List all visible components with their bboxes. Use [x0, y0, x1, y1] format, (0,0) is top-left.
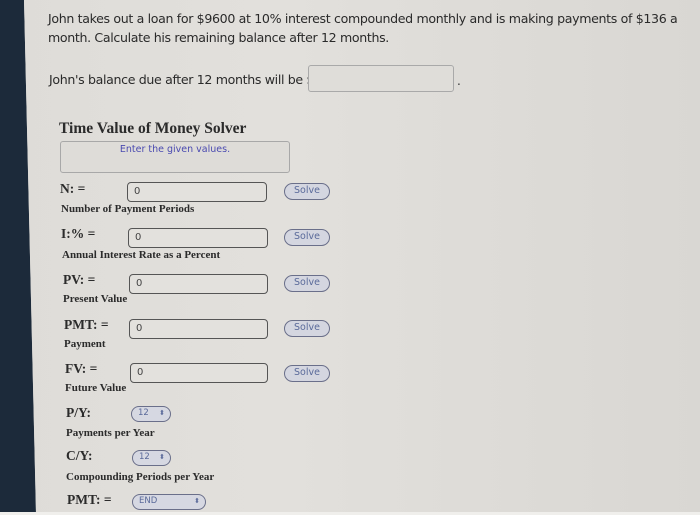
- pmt-timing-value: END: [139, 496, 158, 506]
- pmt-input[interactable]: 0: [129, 319, 268, 339]
- n-label: N: =: [60, 181, 86, 196]
- pv-label: PV: =: [63, 272, 96, 287]
- n-input[interactable]: 0: [127, 182, 267, 202]
- interest-label: I:% =: [61, 226, 96, 241]
- pmt-timing-label: PMT: =: [67, 492, 112, 507]
- fv-solve-button[interactable]: Solve: [284, 365, 330, 382]
- balance-answer-input[interactable]: [308, 65, 454, 92]
- pv-solve-button[interactable]: Solve: [284, 275, 330, 292]
- pv-input[interactable]: 0: [129, 274, 268, 294]
- question-page: John takes out a loan for $9600 at 10% i…: [24, 0, 700, 512]
- solver-message: Enter the given values.: [119, 144, 231, 155]
- answer-suffix: .: [457, 74, 461, 88]
- select-arrow-icon: ⬍: [194, 497, 200, 505]
- py-select[interactable]: 12 ⬍: [131, 406, 171, 422]
- pmt-solve-button[interactable]: Solve: [284, 320, 330, 337]
- fv-label: FV: =: [65, 361, 98, 376]
- answer-prompt: John's balance due after 12 months will …: [49, 72, 315, 87]
- solver-title: Time Value of Money Solver: [59, 120, 247, 137]
- n-solve-button[interactable]: Solve: [284, 183, 330, 200]
- select-arrow-icon: ⬍: [159, 453, 165, 461]
- py-value: 12: [138, 408, 149, 418]
- n-description: Number of Payment Periods: [61, 203, 195, 215]
- fv-input[interactable]: 0: [130, 363, 268, 383]
- cy-select[interactable]: 12 ⬍: [132, 450, 171, 466]
- interest-description: Annual Interest Rate as a Percent: [62, 249, 221, 261]
- pmt-description: Payment: [64, 338, 106, 350]
- pmt-timing-select[interactable]: END ⬍: [132, 494, 206, 510]
- interest-input[interactable]: 0: [128, 228, 268, 248]
- pmt-label: PMT: =: [64, 317, 109, 332]
- question-text: John takes out a loan for $9600 at 10% i…: [48, 11, 678, 45]
- py-description: Payments per Year: [66, 427, 155, 439]
- fv-description: Future Value: [65, 382, 127, 394]
- interest-solve-button[interactable]: Solve: [284, 229, 330, 246]
- py-label: P/Y:: [66, 405, 92, 420]
- cy-description: Compounding Periods per Year: [66, 471, 215, 483]
- select-arrow-icon: ⬍: [159, 409, 165, 417]
- pv-description: Present Value: [63, 293, 128, 305]
- solver-message-box: Enter the given values.: [60, 141, 290, 173]
- cy-value: 12: [139, 452, 150, 462]
- cy-label: C/Y:: [66, 448, 93, 463]
